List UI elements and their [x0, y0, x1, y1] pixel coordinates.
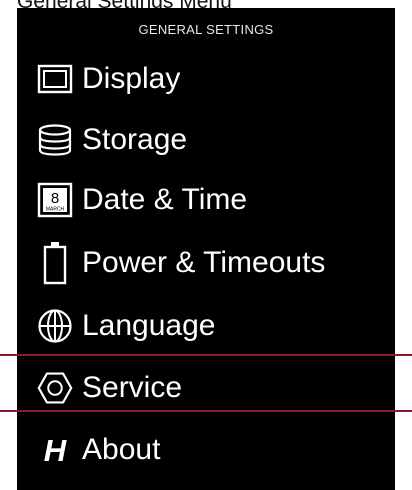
- battery-icon: [37, 242, 73, 285]
- svg-text:H: H: [44, 434, 67, 466]
- globe-icon: [37, 308, 73, 344]
- hasselblad-logo-icon: H: [37, 432, 73, 468]
- storage-icon: [37, 122, 73, 158]
- menu-item-label: Date & Time: [82, 183, 248, 216]
- menu-item-language[interactable]: Language: [17, 298, 395, 354]
- hex-nut-icon: [37, 370, 73, 406]
- menu-item-display[interactable]: Display: [17, 51, 395, 107]
- menu-item-label: Language: [82, 309, 216, 342]
- menu-item-about[interactable]: H About: [17, 422, 395, 478]
- menu-item-power-timeouts[interactable]: Power & Timeouts: [17, 235, 395, 291]
- menu-item-label: Service: [82, 371, 183, 404]
- settings-screen: GENERAL SETTINGS Display Storage 8 MARCH…: [17, 8, 395, 490]
- menu-item-storage[interactable]: Storage: [17, 112, 395, 168]
- menu-item-label: Power & Timeouts: [82, 246, 326, 279]
- menu-item-label: About: [82, 433, 161, 466]
- menu-item-label: Display: [82, 62, 181, 95]
- page-title: GENERAL SETTINGS: [138, 22, 274, 37]
- svg-text:MARCH: MARCH: [46, 207, 65, 213]
- selection-bottom-line: [0, 410, 412, 412]
- menu-item-date-time[interactable]: 8 MARCH Date & Time: [17, 172, 395, 228]
- menu-item-service[interactable]: Service: [17, 360, 395, 416]
- display-icon: [37, 61, 73, 97]
- svg-text:8: 8: [51, 190, 59, 207]
- menu-item-label: Storage: [82, 123, 188, 156]
- selection-top-line: [0, 354, 412, 356]
- calendar-icon: 8 MARCH: [37, 182, 73, 218]
